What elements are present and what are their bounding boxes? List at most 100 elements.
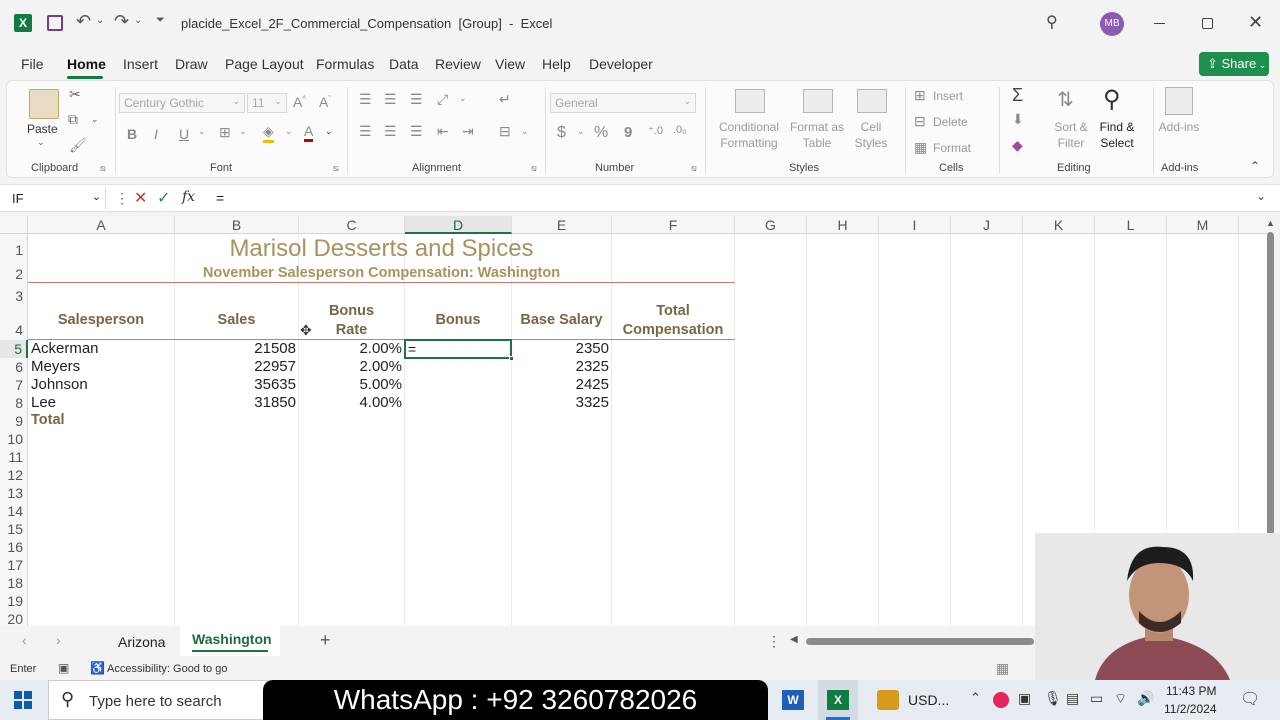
cell-salesperson[interactable]: Lee [31,394,56,411]
paste-dropdown-icon[interactable]: ⌄ [37,137,45,148]
cell-salesperson[interactable]: Johnson [31,376,88,393]
paste-icon[interactable] [29,89,59,119]
search-icon[interactable]: ⚲ [1046,12,1058,32]
tab-view[interactable]: View [495,56,525,72]
align-left-icon[interactable]: ☰ [359,123,372,140]
cell-sales[interactable]: 22957 [175,358,296,375]
cell-base-salary[interactable]: 2350 [512,340,609,357]
tab-developer[interactable]: Developer [589,56,653,72]
decrease-indent-icon[interactable]: ⇤ [437,123,449,140]
add-sheet-button[interactable]: + [320,630,331,651]
borders-icon[interactable]: ⊞ [219,124,231,141]
format-painter-icon[interactable]: 🖌 [69,137,87,154]
sheet-subtitle[interactable]: November Salesperson Compensation: Washi… [28,265,735,281]
format-as-table-icon[interactable] [803,89,833,113]
align-top-icon[interactable]: ☰ [359,91,372,108]
tab-draw[interactable]: Draw [175,56,208,72]
font-color-icon[interactable]: A [304,123,314,142]
screen-icon[interactable]: ▤ [1066,690,1079,707]
format-cells-icon[interactable]: ▦ [914,139,927,156]
row-header[interactable]: 9 [0,412,28,430]
row-header[interactable]: 17 [0,556,28,574]
column-header[interactable]: J [951,216,1023,234]
add-ins-button[interactable]: Add-ins [1155,119,1203,135]
cell-styles-icon[interactable] [857,89,887,113]
format-as-table-button[interactable]: Format as Table [785,119,849,151]
align-bottom-icon[interactable]: ☰ [410,91,423,108]
column-header[interactable]: H [807,216,879,234]
row-header[interactable]: 15 [0,520,28,538]
tab-home[interactable]: Home [67,56,106,72]
next-sheet-icon[interactable]: › [56,632,61,648]
sort-filter-icon[interactable]: ⇅ [1057,87,1074,112]
increase-font-icon[interactable]: A^ [293,94,306,110]
prev-sheet-icon[interactable]: ‹ [22,632,27,648]
record-icon[interactable] [993,692,1009,708]
restore-icon[interactable] [1202,18,1213,29]
copy-dropdown-icon[interactable]: ⌄ [91,114,99,125]
insert-cells-icon[interactable]: ⊞ [914,87,926,104]
tab-formulas[interactable]: Formulas [316,56,374,72]
column-header[interactable]: I [879,216,951,234]
tab-review[interactable]: Review [435,56,481,72]
orientation-dropdown-icon[interactable]: ⌄ [459,93,467,104]
row-header[interactable]: 5 [0,340,28,358]
cell-total-label[interactable]: Total [31,412,65,428]
underline-button[interactable]: U [179,126,189,142]
cut-icon[interactable]: ✂ [69,86,81,103]
horizontal-scroll-thumb[interactable] [806,638,1034,645]
font-launcher-icon[interactable]: ⧅ [333,163,339,174]
clear-icon[interactable]: ◆ [1012,137,1023,154]
cell-base-salary[interactable]: 2425 [512,376,609,393]
sort-filter-button[interactable]: Sort & Filter [1047,119,1095,151]
row-header[interactable]: 1 [0,234,28,258]
column-header[interactable]: M [1167,216,1239,234]
tab-help[interactable]: Help [542,56,571,72]
sheet-title[interactable]: Marisol Desserts and Spices [28,235,735,263]
row-header[interactable]: 7 [0,376,28,394]
align-right-icon[interactable]: ☰ [410,123,423,140]
redo-icon[interactable]: ↷ [114,11,129,32]
cell-base-salary[interactable]: 2325 [512,358,609,375]
align-middle-icon[interactable]: ☰ [384,91,397,108]
tab-data[interactable]: Data [389,56,419,72]
cancel-entry-icon[interactable]: ✕ [134,188,147,208]
cell-base-salary[interactable]: 3325 [512,394,609,411]
undo-icon[interactable]: ↶ [76,11,91,32]
cell-salesperson[interactable]: Ackerman [31,340,99,357]
minimize-icon[interactable] [1154,23,1165,24]
row-header[interactable]: 16 [0,538,28,556]
more-options-icon[interactable]: ⋮ [115,190,129,207]
row-header[interactable]: 10 [0,430,28,448]
column-header[interactable]: D [405,216,512,234]
tab-page-layout[interactable]: Page Layout [225,56,304,72]
horizontal-scroll-left-icon[interactable]: ◀ [790,634,798,645]
number-launcher-icon[interactable]: ⧅ [691,163,697,174]
formula-input[interactable]: = [216,190,224,206]
window-icon[interactable]: ▣ [1018,690,1031,707]
vertical-scroll-up-icon[interactable]: ▲ [1266,218,1275,228]
cell-sales[interactable]: 31850 [175,394,296,411]
word-taskbar-icon[interactable]: W [782,690,804,710]
increase-decimal-icon[interactable]: ⁺.0 [648,124,663,137]
currency-button[interactable]: $ [557,124,566,142]
row-header[interactable]: 4 [0,302,28,340]
row-header[interactable]: 8 [0,394,28,412]
increase-indent-icon[interactable]: ⇥ [462,123,474,140]
excel-taskbar-icon[interactable]: X [818,680,858,720]
merge-dropdown-icon[interactable]: ⌄ [521,126,529,137]
decrease-decimal-icon[interactable]: .0₀ [673,124,687,136]
cell-bonus-rate[interactable]: 2.00% [299,340,402,357]
delete-cells-icon[interactable]: ⊟ [914,113,926,130]
battery-icon[interactable]: ▭ [1090,690,1103,707]
clock-date[interactable]: 11/2/2024 [1164,702,1217,716]
undo-dropdown-icon[interactable]: ⌄ [96,15,104,26]
insert-function-icon[interactable]: fx [182,189,195,205]
volume-icon[interactable]: 🔊 [1137,690,1154,707]
column-header[interactable]: C [299,216,405,234]
column-header[interactable]: K [1023,216,1095,234]
show-hidden-icons-icon[interactable]: ⌃ [970,690,981,706]
cell-sales[interactable]: 35635 [175,376,296,393]
alignment-launcher-icon[interactable]: ⧅ [531,163,537,174]
copy-icon[interactable]: ⧉ [68,111,78,128]
